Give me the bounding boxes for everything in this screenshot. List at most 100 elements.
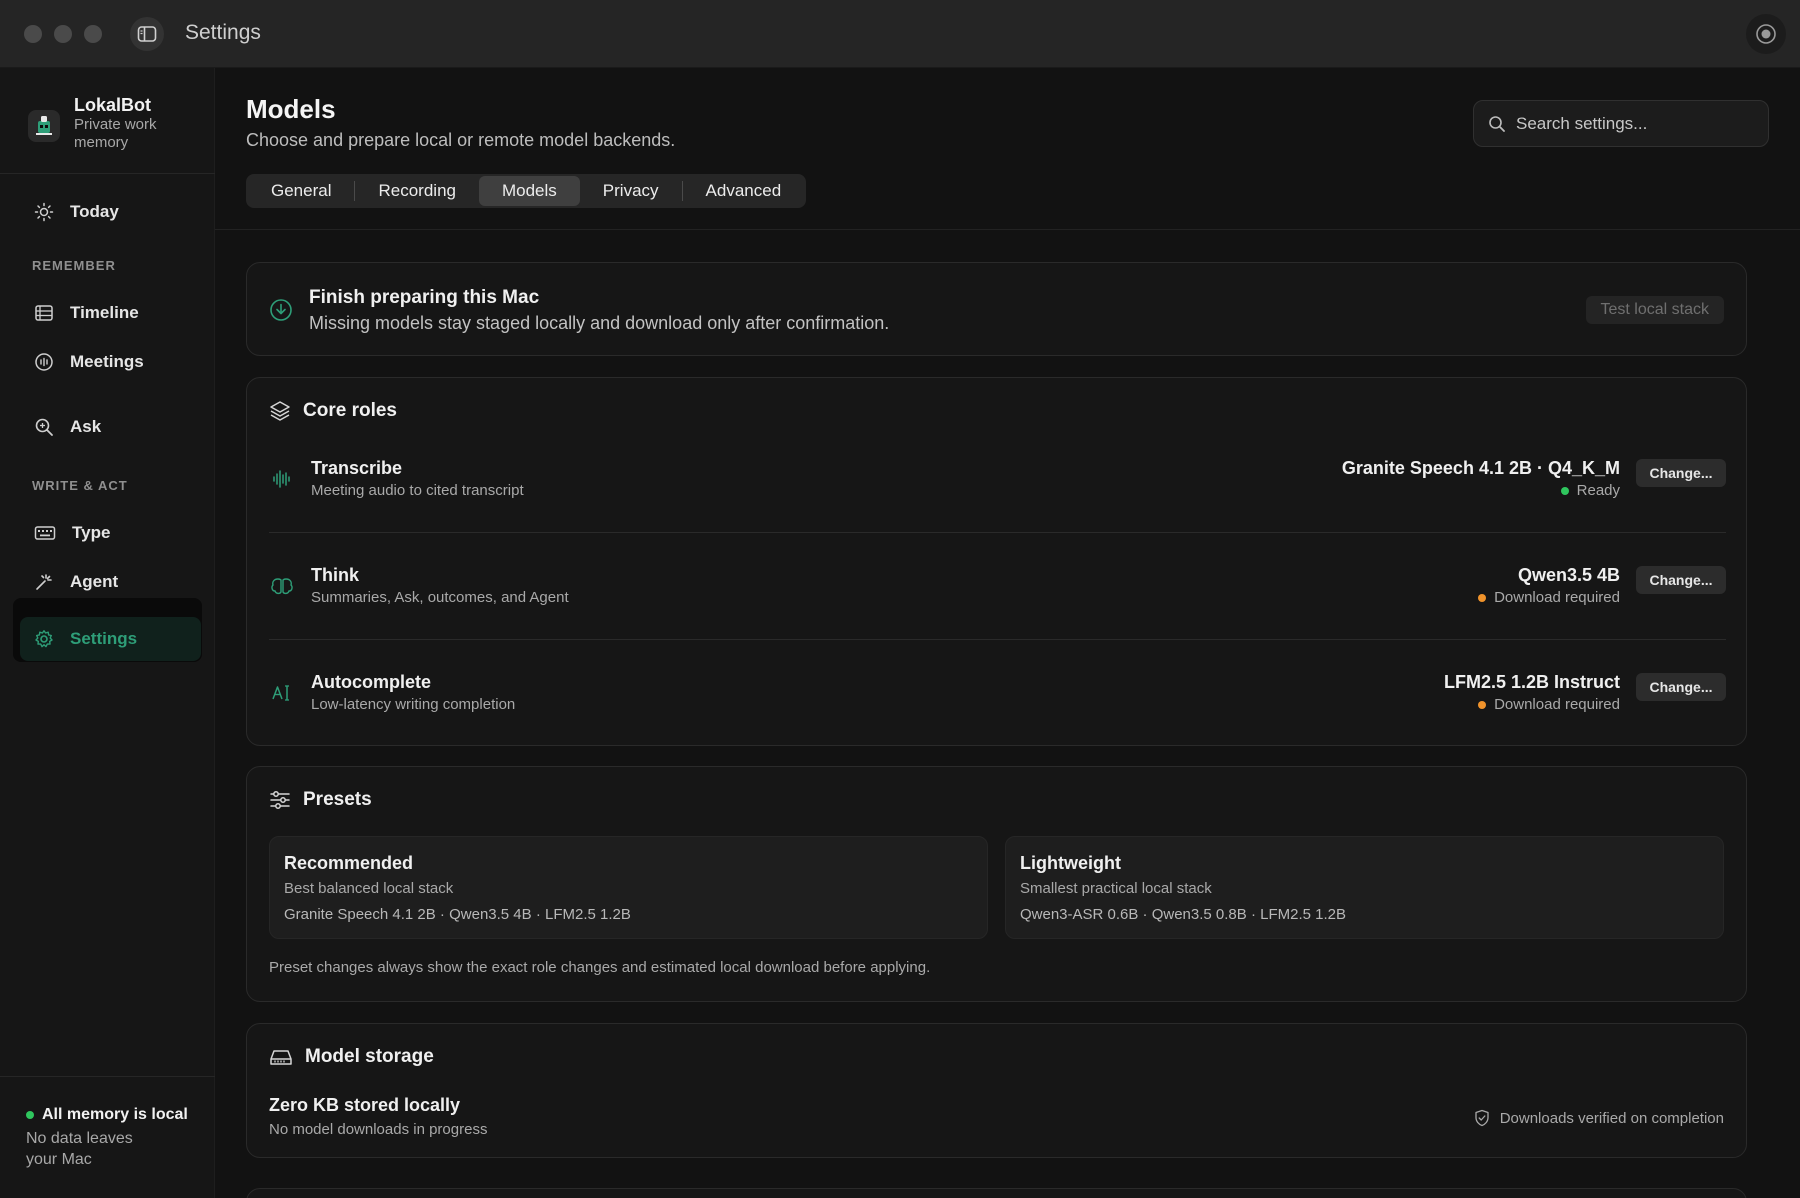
lokalbot-logo-icon — [28, 110, 60, 142]
sidebar-toggle-icon — [137, 26, 157, 42]
preset-models: Granite Speech 4.1 2B · Qwen3.5 4B · LFM… — [284, 906, 631, 923]
brand-name: LokalBot — [74, 95, 152, 115]
sliders-icon — [270, 791, 290, 809]
banner-title: Finish preparing this Mac — [309, 287, 540, 308]
shield-check-icon — [1475, 1109, 1489, 1127]
prepare-mac-banner: Finish preparing this Mac Missing models… — [246, 262, 1747, 356]
download-circle-icon — [270, 299, 292, 321]
change-model-button[interactable]: Change... — [1636, 459, 1726, 487]
minimize-window-button[interactable] — [54, 25, 72, 43]
sidebar-item-settings[interactable]: Settings — [20, 617, 201, 661]
presets-title: Presets — [303, 789, 372, 810]
meetings-icon — [35, 353, 53, 371]
status-dot — [1478, 700, 1487, 709]
status-dot — [26, 1111, 34, 1119]
preset-description: Best balanced local stack — [284, 880, 454, 897]
next-card-partial — [246, 1188, 1747, 1198]
sidebar-item-label: Timeline — [70, 303, 139, 322]
record-icon — [1756, 24, 1776, 44]
role-status-label: Download required — [1494, 589, 1620, 606]
gear-icon — [35, 630, 53, 648]
brand: LokalBot Private work memory — [28, 94, 174, 152]
sidebar-item-meetings[interactable]: Meetings — [20, 340, 201, 384]
role-model: Qwen3.5 4B — [1517, 565, 1620, 585]
page-title: Models — [246, 94, 336, 124]
sidebar-item-label: Meetings — [70, 352, 144, 371]
sidebar-item-type[interactable]: Type — [20, 511, 201, 555]
preset-lightweight[interactable]: Lightweight Smallest practical local sta… — [1005, 836, 1724, 939]
role-name: Think — [311, 565, 359, 585]
search-field[interactable] — [1473, 100, 1769, 147]
change-model-button[interactable]: Change... — [1636, 673, 1726, 701]
sidebar-divider — [0, 173, 215, 174]
close-window-button[interactable] — [24, 25, 42, 43]
role-model: Granite Speech 4.1 2B · Q4_K_M — [1341, 458, 1620, 478]
role-status-label: Ready — [1576, 482, 1620, 499]
storage-title: Model storage — [305, 1046, 434, 1067]
downloads-verified: Downloads verified on completion — [1474, 1109, 1724, 1127]
text-cursor-icon — [269, 680, 295, 706]
downloads-verified-label: Downloads verified on completion — [1499, 1109, 1724, 1127]
tab-privacy[interactable]: Privacy — [580, 176, 682, 206]
status-dot — [1478, 593, 1487, 602]
sidebar-toggle-button[interactable] — [130, 17, 164, 51]
waveform-icon — [269, 466, 295, 492]
timeline-icon — [35, 305, 53, 321]
model-storage-card: Model storage Zero KB stored locally No … — [246, 1023, 1747, 1158]
tab-general[interactable]: General — [248, 176, 354, 206]
zoom-window-button[interactable] — [84, 25, 102, 43]
sidebar-item-ask[interactable]: Ask — [20, 405, 201, 449]
presets-header: Presets — [269, 789, 372, 811]
core-roles-header: Core roles — [269, 400, 397, 422]
preset-models: Qwen3-ASR 0.6B · Qwen3.5 0.8B · LFM2.5 1… — [1020, 906, 1346, 923]
storage-progress: No model downloads in progress — [269, 1121, 488, 1138]
test-local-stack-button[interactable]: Test local stack — [1585, 296, 1724, 324]
sun-icon — [34, 202, 54, 222]
sidebar-item-today[interactable]: Today — [20, 190, 201, 234]
search-icon — [1489, 115, 1505, 132]
row-divider — [269, 532, 1726, 533]
app-window: Settings LokalBot Private work memory To… — [0, 0, 1800, 1198]
role-row-transcribe: Transcribe Meeting audio to cited transc… — [269, 438, 1726, 544]
sidebar-item-timeline[interactable]: Timeline — [20, 291, 201, 335]
role-row-think: Think Summaries, Ask, outcomes, and Agen… — [269, 545, 1726, 651]
window-title: Settings — [185, 21, 261, 44]
tab-advanced[interactable]: Advanced — [683, 176, 805, 206]
core-roles-card: Core roles Transcribe Meeting audio to c… — [246, 377, 1747, 746]
preset-name: Recommended — [284, 853, 414, 873]
settings-tabs: General Recording Models Privacy Advance… — [246, 174, 807, 208]
record-button[interactable] — [1746, 14, 1786, 54]
row-divider — [269, 639, 1726, 640]
presets-note: Preset changes always show the exact rol… — [269, 959, 931, 976]
agent-tools-icon — [36, 574, 52, 590]
role-name: Autocomplete — [311, 672, 432, 692]
role-status: Download required — [1478, 589, 1620, 606]
title-bar: Settings — [0, 0, 1800, 68]
change-model-button[interactable]: Change... — [1636, 566, 1726, 594]
role-status-label: Download required — [1494, 696, 1620, 713]
storage-header: Model storage — [269, 1046, 434, 1068]
layers-icon — [270, 401, 290, 421]
keyboard-icon — [34, 526, 56, 540]
preset-recommended[interactable]: Recommended Best balanced local stack Gr… — [269, 836, 988, 939]
status-dot — [1560, 486, 1569, 495]
sidebar-item-label: Settings — [70, 629, 138, 648]
header-divider — [215, 229, 1800, 230]
preset-description: Smallest practical local stack — [1020, 880, 1212, 897]
search-input[interactable] — [1516, 113, 1756, 134]
sidebar: LokalBot Private work memory Today REMEM… — [0, 68, 215, 1198]
tab-recording[interactable]: Recording — [355, 176, 479, 206]
local-status-title: All memory is local — [42, 1106, 188, 1123]
role-description: Low-latency writing completion — [311, 696, 516, 713]
sidebar-item-label: Ask — [70, 417, 102, 436]
role-model: LFM2.5 1.2B Instruct — [1443, 672, 1620, 692]
tab-models[interactable]: Models — [478, 176, 580, 206]
hard-drive-icon — [270, 1050, 292, 1065]
main-content: Models Choose and prepare local or remot… — [215, 68, 1800, 1198]
presets-card: Presets Recommended Best balanced local … — [246, 766, 1747, 1002]
role-name: Transcribe — [311, 458, 403, 478]
sidebar-section-write-act: WRITE & ACT — [32, 478, 128, 493]
sidebar-bottom-divider — [0, 1076, 215, 1077]
banner-subtitle: Missing models stay staged locally and d… — [309, 313, 890, 333]
search-magnifier-icon — [35, 418, 53, 436]
